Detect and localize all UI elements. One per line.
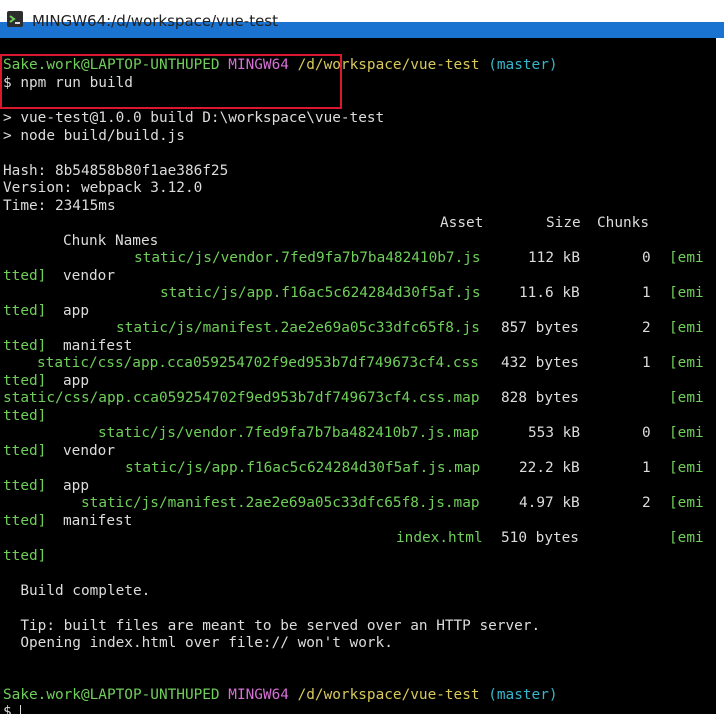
asset-name: static/js/vendor.7fed9fa7b7ba482410b7.js xyxy=(134,250,481,266)
asset-chunk: 1 xyxy=(642,285,651,301)
asset-name: static/js/manifest.2ae2e69a05c33dfc65f8.… xyxy=(116,320,480,336)
asset-name: static/js/vendor.7fed9fa7b7ba482410b7.js… xyxy=(98,425,480,441)
header-chunk-names: Chunk Names xyxy=(63,233,159,249)
asset-size: 510 bytes xyxy=(501,530,579,546)
build-hash: Hash: 8b54858b80f1ae386f25 xyxy=(3,163,229,179)
asset-emitted: [emi xyxy=(669,390,704,406)
asset-emitted-cont: tted] xyxy=(3,513,47,529)
tip-line: Tip: built files are meant to be served … xyxy=(3,618,541,634)
text-cursor xyxy=(20,705,22,714)
asset-emitted: [emi xyxy=(669,320,704,336)
webpack-version: Version: webpack 3.12.0 xyxy=(3,180,203,196)
header-size: Size xyxy=(546,215,581,231)
asset-emitted: [emi xyxy=(669,530,704,546)
asset-chunk: 0 xyxy=(642,425,651,441)
asset-size: 857 bytes xyxy=(501,320,579,336)
asset-size: 11.6 kB xyxy=(519,285,580,301)
asset-size: 432 bytes xyxy=(501,355,579,371)
asset-emitted: [emi xyxy=(669,355,704,371)
asset-chunk: 2 xyxy=(642,495,651,511)
scrollbar-track[interactable] xyxy=(716,38,724,714)
terminal-output[interactable]: Sake.work@LAPTOP-UNTHUPED MINGW64 /d/wor… xyxy=(0,38,716,714)
build-complete: Build complete. xyxy=(3,583,151,599)
prompt-line: Sake.work@LAPTOP-UNTHUPED MINGW64 /d/wor… xyxy=(3,56,558,74)
asset-emitted-cont: tted] xyxy=(3,478,47,494)
build-time: Time: 23415ms xyxy=(3,198,116,214)
npm-output-line: > vue-test@1.0.0 build D:\workspace\vue-… xyxy=(3,110,385,126)
tip-line: Opening index.html over file:// won't wo… xyxy=(3,635,393,651)
asset-chunk-name: vendor xyxy=(63,443,115,459)
asset-name: static/css/app.cca059254702f9ed953b7df74… xyxy=(3,390,480,406)
asset-chunk-name: manifest xyxy=(63,513,133,529)
npm-output-line: > node build/build.js xyxy=(3,128,185,144)
asset-size: 553 kB xyxy=(528,425,580,441)
prompt-env: MINGW64 xyxy=(228,57,289,73)
asset-name: static/js/manifest.2ae2e69a05c33dfc65f8.… xyxy=(81,495,480,511)
asset-name: index.html xyxy=(396,530,483,546)
command-line: $ npm run build xyxy=(3,75,133,91)
asset-chunk-name: app xyxy=(63,303,89,319)
prompt-symbol: $ xyxy=(3,704,12,714)
input-line[interactable]: $ xyxy=(3,703,22,714)
prompt-branch: (master) xyxy=(488,687,558,703)
prompt-branch: (master) xyxy=(488,57,558,73)
asset-name: static/js/app.f16ac5c624284d30f5af.js.ma… xyxy=(125,460,481,476)
window-titlebar: MINGW64:/d/workspace/vue-test xyxy=(0,0,724,38)
mingw-terminal-icon xyxy=(7,11,23,27)
asset-emitted-cont: tted] xyxy=(3,373,47,389)
asset-size: 828 bytes xyxy=(501,390,579,406)
asset-chunk-name: vendor xyxy=(63,268,115,284)
prompt-user: Sake.work@LAPTOP-UNTHUPED xyxy=(3,687,220,703)
asset-size: 22.2 kB xyxy=(519,460,580,476)
asset-chunk: 2 xyxy=(642,320,651,336)
window-title: MINGW64:/d/workspace/vue-test xyxy=(32,12,278,30)
asset-emitted-cont: tted] xyxy=(3,303,47,319)
asset-emitted-cont: tted] xyxy=(3,408,47,424)
asset-chunk: 1 xyxy=(642,355,651,371)
prompt-path: /d/workspace/vue-test xyxy=(297,57,480,73)
asset-chunk-name: app xyxy=(63,478,89,494)
header-chunks: Chunks xyxy=(597,215,649,231)
prompt-env: MINGW64 xyxy=(228,687,289,703)
prompt-user: Sake.work@LAPTOP-UNTHUPED xyxy=(3,57,220,73)
asset-emitted: [emi xyxy=(669,285,704,301)
asset-chunk-name: manifest xyxy=(63,338,133,354)
asset-chunk-name: app xyxy=(63,373,89,389)
asset-emitted: [emi xyxy=(669,425,704,441)
header-asset: Asset xyxy=(440,215,484,231)
asset-emitted-cont: tted] xyxy=(3,268,47,284)
asset-name: static/css/app.cca059254702f9ed953b7df74… xyxy=(37,355,479,371)
asset-emitted: [emi xyxy=(669,460,704,476)
prompt-path: /d/workspace/vue-test xyxy=(297,687,480,703)
asset-emitted-cont: tted] xyxy=(3,443,47,459)
asset-chunk: 0 xyxy=(642,250,651,266)
asset-emitted-cont: tted] xyxy=(3,548,47,564)
asset-emitted: [emi xyxy=(669,495,704,511)
asset-size: 112 kB xyxy=(528,250,580,266)
prompt-line: Sake.work@LAPTOP-UNTHUPED MINGW64 /d/wor… xyxy=(3,686,558,704)
asset-emitted: [emi xyxy=(669,250,704,266)
asset-chunk: 1 xyxy=(642,460,651,476)
asset-emitted-cont: tted] xyxy=(3,338,47,354)
asset-name: static/js/app.f16ac5c624284d30f5af.js xyxy=(160,285,481,301)
asset-size: 4.97 kB xyxy=(519,495,580,511)
